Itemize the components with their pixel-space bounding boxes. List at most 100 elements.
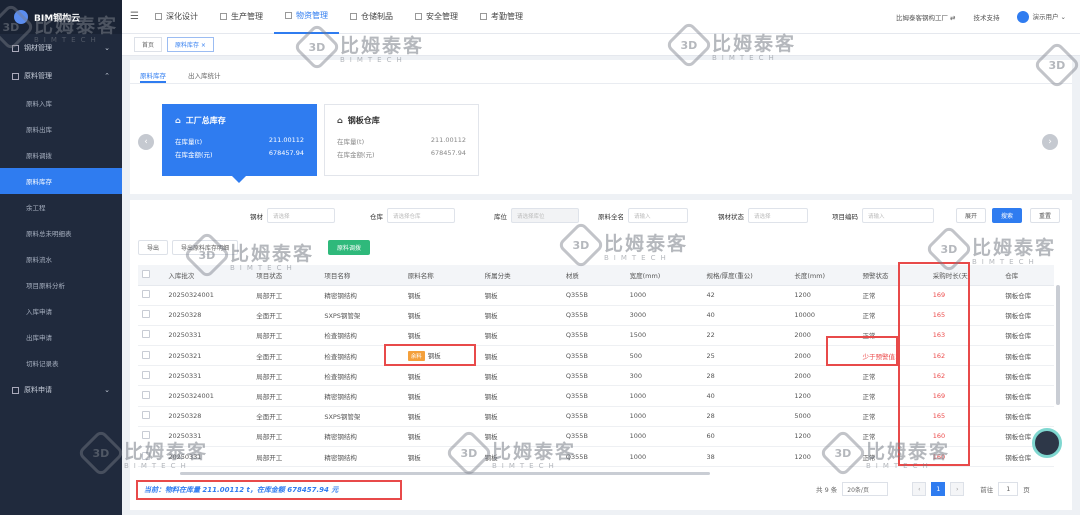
export-button[interactable]: 导出 <box>138 240 169 255</box>
cell-text: 钢板 <box>484 453 498 462</box>
select-all-cell <box>138 265 165 286</box>
avatar <box>1017 10 1030 23</box>
column-header[interactable]: 项目状态 <box>252 265 321 286</box>
row-checkbox[interactable] <box>142 350 150 359</box>
horizontal-scrollbar[interactable] <box>180 472 710 475</box>
prev-page-icon[interactable]: ‹ <box>912 482 927 496</box>
highlight-warning <box>826 336 898 366</box>
warehouse-summary-card: 原料库存 出入库统计 ‹ › ⌂ 工厂总库存 在库量(t) 211.00112 在库… <box>130 60 1072 194</box>
status-select[interactable]: 请选择 <box>748 208 808 223</box>
sidebar-item[interactable]: 原料入库 <box>0 90 122 116</box>
subtab-stats[interactable]: 出入库统计 <box>188 70 221 83</box>
cell-text: 10000 <box>794 311 816 320</box>
row-checkbox[interactable] <box>142 330 150 339</box>
column-header[interactable]: 入库批次 <box>164 265 253 286</box>
column-header[interactable]: 项目名称 <box>320 265 404 286</box>
column-header[interactable]: 仓库 <box>1001 265 1054 286</box>
warehouse-card-plate[interactable]: ⌂ 钢板仓库 在库量(t) 211.00112 在库金额(元) 678457.94 <box>324 104 479 176</box>
tab-safety[interactable]: 安全管理 <box>404 0 469 34</box>
tab-materials[interactable]: 物资管理 <box>274 0 339 34</box>
qty-label: 在库量(t) <box>337 138 365 146</box>
table-cell: 局部开工 <box>252 426 321 448</box>
prev-arrow-icon[interactable]: ‹ <box>138 134 154 150</box>
app-logo[interactable]: BIM钢构云 <box>0 0 122 34</box>
page-number[interactable]: 1 <box>931 482 946 496</box>
steel-select[interactable]: 请选择 <box>267 208 335 223</box>
name-input[interactable]: 请输入 <box>628 208 688 223</box>
cell-text: 局部开工 <box>256 292 283 301</box>
tab-design[interactable]: 深化设计 <box>144 0 209 34</box>
row-checkbox[interactable] <box>142 391 150 400</box>
sidebar-item[interactable]: 项目原料分析 <box>0 272 122 298</box>
vertical-scrollbar[interactable] <box>1056 285 1060 405</box>
row-checkbox[interactable] <box>142 290 150 299</box>
column-header[interactable]: 原料名称 <box>403 265 481 286</box>
row-checkbox[interactable] <box>142 451 150 460</box>
sidebar-item[interactable]: 原料出库 <box>0 116 122 142</box>
amount-value: 678457.94 <box>430 149 466 157</box>
cell-text: 20250324001 <box>168 291 214 300</box>
reset-button[interactable]: 重置 <box>1030 208 1061 223</box>
next-arrow-icon[interactable]: › <box>1042 134 1058 150</box>
row-checkbox[interactable] <box>142 310 150 319</box>
sidebar-item[interactable]: 原料调拨 <box>0 142 122 168</box>
transfer-button[interactable]: 原料调拨 <box>328 240 371 255</box>
support-link[interactable]: 技术支持 <box>973 12 999 22</box>
column-header[interactable]: 所属分类 <box>480 265 562 286</box>
factory-switch[interactable]: 比姆泰客钢构工厂 ⇄ <box>896 12 956 22</box>
expand-button[interactable]: 展开 <box>956 208 987 223</box>
table-cell: 钢板仓库 <box>1001 285 1054 306</box>
page-size-select[interactable]: 20条/页 <box>842 482 889 496</box>
sidebar-group-label: 原料管理 <box>24 72 52 80</box>
table-cell: 钢板仓库 <box>1001 345 1054 367</box>
column-header[interactable]: 长度(mm) <box>790 265 859 286</box>
sidebar-item[interactable]: 原料总未明细表 <box>0 220 122 246</box>
tab-production[interactable]: 生产管理 <box>209 0 274 34</box>
grid-icon <box>12 386 19 394</box>
filter-label: 原料全名 <box>598 212 624 221</box>
sidebar-item-active[interactable]: 原料库存 <box>0 168 122 194</box>
row-select-cell <box>138 426 165 448</box>
project-input[interactable]: 请输入 <box>862 208 934 223</box>
row-checkbox[interactable] <box>142 431 150 440</box>
chat-assistant-button[interactable] <box>1032 428 1062 458</box>
cell-text: 22 <box>706 331 715 340</box>
column-header[interactable]: 宽度(mm) <box>625 265 703 286</box>
sidebar-group-steel[interactable]: 钢材管理 ⌄ <box>0 34 122 62</box>
tab-attendance[interactable]: 考勤管理 <box>469 0 534 34</box>
cell-text: Q355B <box>565 452 588 461</box>
location-select[interactable]: 请选择库位 <box>511 208 579 223</box>
goto-page-input[interactable]: 1 <box>998 482 1019 496</box>
cell-text: 钢板 <box>484 352 498 361</box>
select-all-checkbox[interactable] <box>142 269 150 278</box>
tab-warehouse[interactable]: 仓储制品 <box>339 0 404 34</box>
table-cell: 钢板 <box>480 325 562 347</box>
sidebar-item[interactable]: 入库申请 <box>0 298 122 324</box>
tag-inventory[interactable]: 原料库存 × <box>167 37 214 52</box>
sidebar-item-label: 原料入库 <box>26 100 52 108</box>
table-cell: Q355B <box>561 325 626 347</box>
subtab-inventory[interactable]: 原料库存 <box>140 70 166 83</box>
sidebar-item[interactable]: 余工程 <box>0 194 122 220</box>
search-button[interactable]: 搜索 <box>992 208 1023 223</box>
row-checkbox[interactable] <box>142 370 150 379</box>
cell-text: 钢板 <box>407 433 421 442</box>
tag-home[interactable]: 首页 <box>134 37 163 52</box>
menu-icon[interactable]: ☰ <box>130 11 144 22</box>
sidebar-group-apply[interactable]: 原料申请 ⌄ <box>0 376 122 404</box>
sidebar-item[interactable]: 切料记录表 <box>0 350 122 376</box>
export-detail-button[interactable]: 导出原料库存明细 <box>172 240 239 255</box>
warehouse-select[interactable]: 请选择仓库 <box>387 208 455 223</box>
sidebar-group-raw[interactable]: 原料管理 ⌃ <box>0 62 122 90</box>
filter-label: 钢材 <box>250 212 263 221</box>
warehouse-card-total[interactable]: ⌂ 工厂总库存 在库量(t) 211.00112 在库金额(元) 678457.94 <box>162 104 317 176</box>
column-header[interactable]: 规格/厚度(重公) <box>702 265 791 286</box>
row-checkbox[interactable] <box>142 411 150 420</box>
table-cell: 钢板仓库 <box>1001 365 1054 387</box>
user-menu[interactable]: 演示用户 ⌄ <box>1017 10 1066 23</box>
sidebar-item[interactable]: 出库申请 <box>0 324 122 350</box>
sidebar-item[interactable]: 原料流水 <box>0 246 122 272</box>
cell-text: 钢板 <box>407 413 421 422</box>
next-page-icon[interactable]: › <box>950 482 965 496</box>
column-header[interactable]: 材质 <box>561 265 626 286</box>
